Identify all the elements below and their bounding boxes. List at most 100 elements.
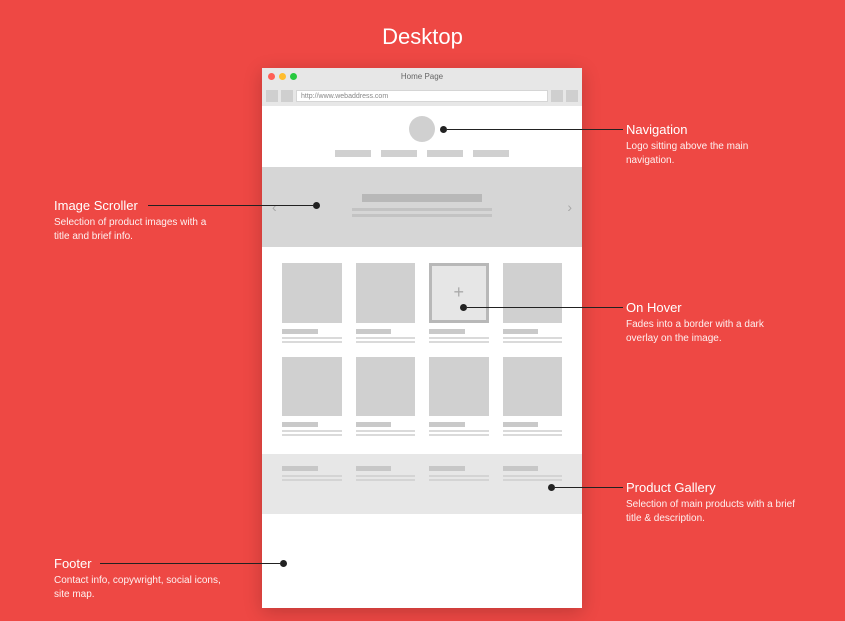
product-desc-line bbox=[429, 434, 489, 436]
product-title-placeholder bbox=[356, 329, 392, 334]
primary-nav bbox=[262, 150, 582, 157]
annotation-desc: Fades into a border with a dark overlay … bbox=[626, 318, 796, 345]
annotation-line bbox=[148, 205, 313, 206]
annotation-dot bbox=[440, 126, 447, 133]
product-thumb bbox=[282, 357, 342, 417]
footer-line bbox=[503, 475, 563, 477]
tab-title: Home Page bbox=[262, 72, 582, 81]
product-desc-line bbox=[282, 430, 342, 432]
browser-window: Home Page http://www.webaddress.com ‹ bbox=[262, 68, 582, 608]
product-desc-line bbox=[356, 434, 416, 436]
annotation-desc: Contact info, copywright, social icons, … bbox=[54, 574, 224, 601]
back-button[interactable] bbox=[266, 90, 278, 102]
product-thumb bbox=[356, 263, 416, 323]
scroller-prev-icon[interactable]: ‹ bbox=[272, 199, 277, 215]
footer-line bbox=[282, 479, 342, 481]
product-desc-line bbox=[282, 434, 342, 436]
product-card[interactable] bbox=[356, 263, 416, 345]
footer-line bbox=[503, 479, 563, 481]
browser-profile-button[interactable] bbox=[566, 90, 578, 102]
scroller-next-icon[interactable]: › bbox=[567, 199, 572, 215]
annotation-desc: Selection of main products with a brief … bbox=[626, 498, 796, 525]
product-card[interactable] bbox=[282, 357, 342, 439]
product-desc-line bbox=[356, 337, 416, 339]
scroller-line bbox=[352, 208, 492, 211]
annotation-title: Product Gallery bbox=[626, 480, 796, 495]
annotation-navigation: Navigation Logo sitting above the main n… bbox=[626, 122, 796, 167]
address-bar[interactable]: http://www.webaddress.com bbox=[296, 90, 548, 102]
annotation-dot bbox=[548, 484, 555, 491]
nav-item[interactable] bbox=[381, 150, 417, 157]
footer-line bbox=[282, 475, 342, 477]
product-title-placeholder bbox=[429, 329, 465, 334]
footer-heading-placeholder bbox=[282, 466, 318, 471]
product-gallery: + bbox=[262, 247, 582, 438]
product-card[interactable] bbox=[282, 263, 342, 345]
annotation-on-hover: On Hover Fades into a border with a dark… bbox=[626, 300, 796, 345]
annotation-line bbox=[100, 563, 280, 564]
product-card[interactable] bbox=[429, 357, 489, 439]
plus-icon: + bbox=[453, 282, 464, 303]
footer-heading-placeholder bbox=[356, 466, 392, 471]
footer-heading-placeholder bbox=[503, 466, 539, 471]
footer-line bbox=[429, 479, 489, 481]
product-desc-line bbox=[429, 337, 489, 339]
footer-line bbox=[429, 475, 489, 477]
product-desc-line bbox=[503, 434, 563, 436]
product-title-placeholder bbox=[503, 329, 539, 334]
product-card-hover[interactable]: + bbox=[429, 263, 489, 345]
scroller-title-placeholder bbox=[362, 194, 482, 202]
product-thumb bbox=[429, 357, 489, 417]
product-thumb bbox=[503, 263, 563, 323]
annotation-product-gallery: Product Gallery Selection of main produc… bbox=[626, 480, 796, 525]
footer-heading-placeholder bbox=[429, 466, 465, 471]
product-title-placeholder bbox=[282, 422, 318, 427]
product-thumb-hover: + bbox=[429, 263, 489, 323]
browser-menu-button[interactable] bbox=[551, 90, 563, 102]
product-title-placeholder bbox=[429, 422, 465, 427]
annotation-desc: Logo sitting above the main navigation. bbox=[626, 140, 796, 167]
footer-column bbox=[282, 466, 342, 502]
annotation-line bbox=[467, 307, 623, 308]
product-desc-line bbox=[503, 337, 563, 339]
browser-chrome: Home Page http://www.webaddress.com bbox=[262, 68, 582, 106]
annotation-title: On Hover bbox=[626, 300, 796, 315]
footer-column bbox=[356, 466, 416, 502]
scroller-line bbox=[352, 214, 492, 217]
product-thumb bbox=[503, 357, 563, 417]
product-desc-line bbox=[429, 430, 489, 432]
nav-item[interactable] bbox=[473, 150, 509, 157]
product-desc-line bbox=[503, 341, 563, 343]
forward-button[interactable] bbox=[281, 90, 293, 102]
product-desc-line bbox=[282, 341, 342, 343]
product-title-placeholder bbox=[503, 422, 539, 427]
annotation-line bbox=[447, 129, 623, 130]
product-desc-line bbox=[282, 337, 342, 339]
annotation-dot bbox=[280, 560, 287, 567]
annotation-line bbox=[555, 487, 623, 488]
product-desc-line bbox=[356, 430, 416, 432]
product-desc-line bbox=[503, 430, 563, 432]
footer-column bbox=[429, 466, 489, 502]
nav-item[interactable] bbox=[335, 150, 371, 157]
product-thumb bbox=[282, 263, 342, 323]
nav-item[interactable] bbox=[427, 150, 463, 157]
product-card[interactable] bbox=[503, 263, 563, 345]
annotation-dot bbox=[460, 304, 467, 311]
product-card[interactable] bbox=[356, 357, 416, 439]
footer-line bbox=[356, 475, 416, 477]
product-desc-line bbox=[356, 341, 416, 343]
page-title: Desktop bbox=[0, 0, 845, 50]
site-footer bbox=[262, 454, 582, 514]
annotation-dot bbox=[313, 202, 320, 209]
product-desc-line bbox=[429, 341, 489, 343]
footer-line bbox=[356, 479, 416, 481]
annotation-desc: Selection of product images with a title… bbox=[54, 216, 224, 243]
product-title-placeholder bbox=[356, 422, 392, 427]
site-header bbox=[262, 106, 582, 167]
product-card[interactable] bbox=[503, 357, 563, 439]
image-scroller: ‹ › bbox=[262, 167, 582, 247]
product-title-placeholder bbox=[282, 329, 318, 334]
product-thumb bbox=[356, 357, 416, 417]
logo[interactable] bbox=[409, 116, 435, 142]
